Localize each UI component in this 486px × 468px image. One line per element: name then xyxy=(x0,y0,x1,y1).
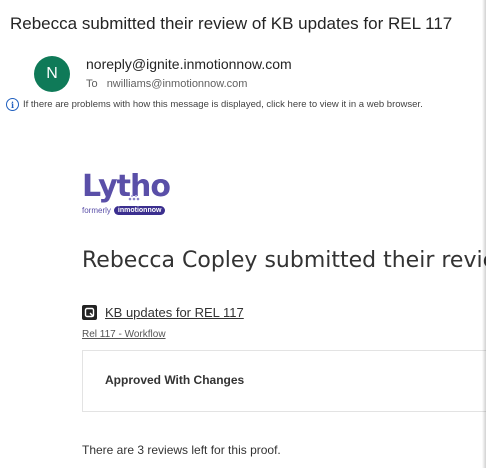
recipient-address[interactable]: nwilliams@inmotionnow.com xyxy=(107,78,248,90)
proof-row[interactable]: KB updates for REL 117 xyxy=(82,305,244,320)
proof-title-link[interactable]: KB updates for REL 117 xyxy=(105,305,244,320)
workflow-link[interactable]: Rel 117 - Workflow xyxy=(82,329,166,340)
info-icon: i xyxy=(6,98,19,111)
to-label: To xyxy=(86,78,98,90)
avatar-initial: N xyxy=(46,65,58,82)
review-heading: Rebecca Copley submitted their review: xyxy=(82,248,486,273)
email-reading-pane: Rebecca submitted their review of KB upd… xyxy=(0,0,486,468)
review-status: Approved With Changes xyxy=(105,373,245,387)
sender-address[interactable]: noreply@ignite.inmotionnow.com xyxy=(86,56,292,72)
svg-text:Lytho: Lytho xyxy=(82,169,170,204)
formerly-label: formerly xyxy=(82,206,111,215)
review-status-box: Approved With Changes xyxy=(82,350,486,412)
email-body: Lytho formerly inmotionnow Rebecca Cople… xyxy=(30,130,486,468)
logo-formerly-line: formerly inmotionnow xyxy=(82,206,166,215)
lytho-logo: Lytho xyxy=(82,166,182,211)
display-info-bar[interactable]: i If there are problems with how this me… xyxy=(6,98,423,111)
reviews-remaining-text: There are 3 reviews left for this proof. xyxy=(82,443,281,457)
proof-icon xyxy=(82,305,97,320)
email-subject: Rebecca submitted their review of KB upd… xyxy=(10,14,453,33)
lytho-logo-mark: Lytho xyxy=(82,169,171,204)
inmotionnow-badge: inmotionnow xyxy=(113,206,166,215)
display-info-text[interactable]: If there are problems with how this mess… xyxy=(23,99,423,110)
pane-edge-shadow xyxy=(482,0,486,468)
recipient-line: To nwilliams@inmotionnow.com xyxy=(86,78,247,90)
sender-avatar[interactable]: N xyxy=(34,56,70,92)
